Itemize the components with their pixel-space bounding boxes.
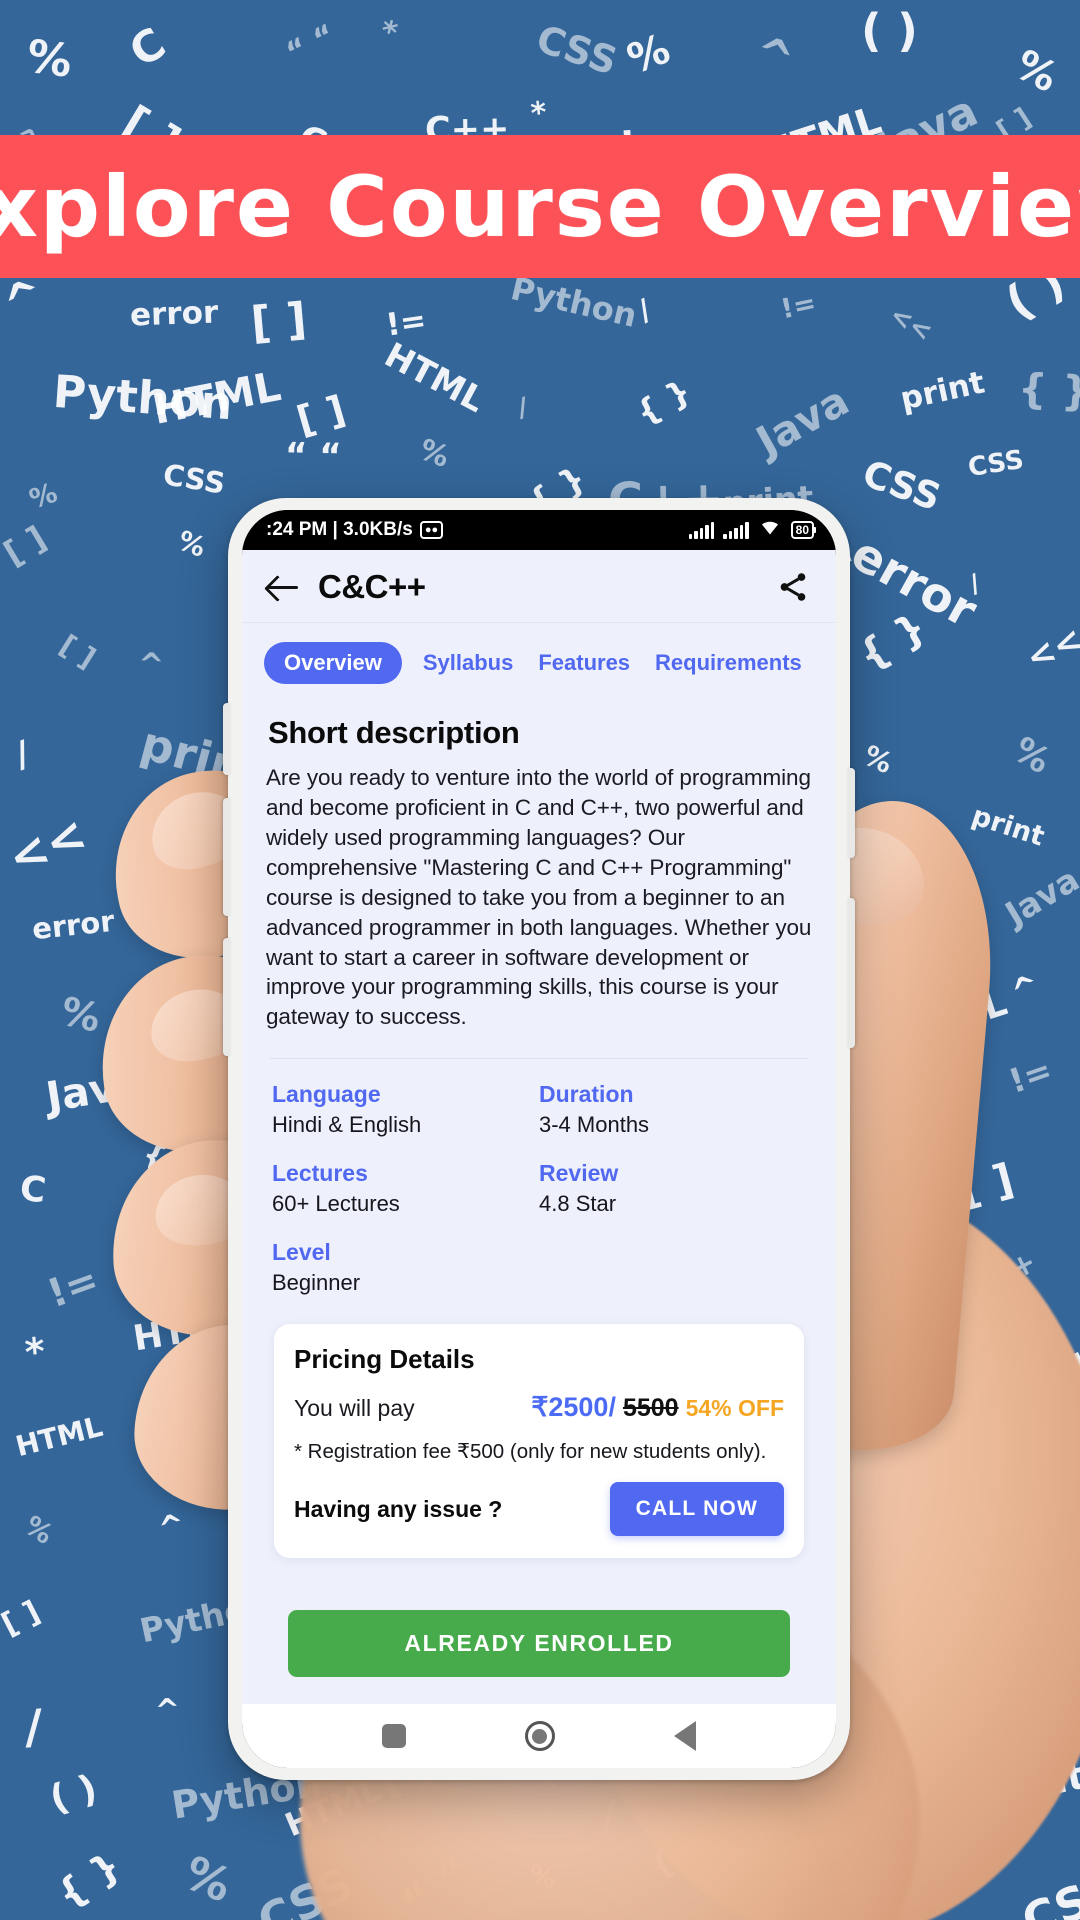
pricing-title: Pricing Details	[294, 1344, 475, 1375]
android-nav-bar	[242, 1704, 836, 1768]
meta-value: 4.8 Star	[539, 1191, 617, 1217]
price-values: ₹2500/ 5500 54% OFF	[531, 1392, 784, 1423]
meta-item-review: Review 4.8 Star	[539, 1160, 806, 1217]
signal-bars-icon-2	[723, 521, 749, 539]
section-title: Short description	[268, 715, 520, 750]
status-time-traffic: :24 PM | 3.0KB/s	[266, 519, 413, 540]
status-bar-left: :24 PM | 3.0KB/s ●●	[266, 519, 444, 541]
overview-content: Short description Are you ready to ventu…	[242, 715, 836, 1678]
left-side-button-2[interactable]	[223, 798, 230, 916]
registration-note: * Registration fee ₹500 (only for new st…	[294, 1440, 767, 1464]
price-original: 5500	[622, 1394, 679, 1423]
status-bar-right: 80	[688, 518, 817, 542]
enroll-button-wrap: ALREADY ENROLLED	[266, 1558, 812, 1678]
meta-label: Review	[539, 1160, 619, 1187]
circle-home-icon[interactable]	[524, 1721, 555, 1751]
already-enrolled-button[interactable]: ALREADY ENROLLED	[288, 1610, 790, 1678]
tab-requirements[interactable]: Requirements	[651, 642, 806, 684]
dnd-icon: ●●	[419, 521, 444, 539]
meta-label: Language	[272, 1081, 381, 1108]
app-header: C&C++	[242, 550, 836, 623]
course-description: Are you ready to venture into the world …	[266, 765, 812, 1030]
banner-title: Explore Course Overview	[0, 157, 1080, 256]
meta-value: 3-4 Months	[539, 1112, 650, 1138]
meta-item-level: Level Beginner	[272, 1239, 539, 1296]
phone-screen-area: :24 PM | 3.0KB/s ●● 80 C&C++ Overview Sy…	[242, 510, 836, 1768]
meta-label: Duration	[539, 1081, 634, 1108]
meta-item-language: Language Hindi & English	[272, 1081, 539, 1138]
meta-label: Level	[272, 1239, 331, 1266]
tab-features[interactable]: Features	[534, 642, 634, 684]
meta-label: Lectures	[272, 1160, 368, 1187]
battery-icon: 80	[790, 521, 817, 539]
price-row: You will pay ₹2500/ 5500 54% OFF	[294, 1392, 784, 1423]
left-side-button[interactable]	[223, 703, 230, 775]
left-side-button-3[interactable]	[223, 938, 230, 1056]
signal-bars-icon	[688, 521, 715, 539]
divider	[270, 1058, 808, 1060]
page-title: C&C++	[318, 568, 426, 605]
meta-item-lectures: Lectures 60+ Lectures	[272, 1160, 539, 1217]
tab-syllabus[interactable]: Syllabus	[419, 642, 517, 684]
discount-badge: 54% OFF	[685, 1395, 784, 1422]
issue-text: Having any issue ?	[294, 1495, 503, 1522]
meta-value: Hindi & English	[272, 1112, 422, 1138]
volume-up-button[interactable]	[848, 768, 855, 858]
power-button[interactable]	[848, 898, 855, 1048]
issue-row: Having any issue ? CALL NOW	[294, 1482, 784, 1537]
course-meta-grid: Language Hindi & English Duration 3-4 Mo…	[266, 1081, 812, 1296]
price-label: You will pay	[294, 1395, 415, 1422]
square-recents-icon[interactable]	[381, 1724, 406, 1748]
call-now-button[interactable]: CALL NOW	[609, 1482, 784, 1537]
header-left: C&C++	[268, 568, 426, 606]
phone-mockup: :24 PM | 3.0KB/s ●● 80 C&C++ Overview Sy…	[223, 498, 855, 1780]
share-icon[interactable]	[776, 570, 810, 604]
triangle-back-icon[interactable]	[674, 1721, 697, 1751]
status-bar: :24 PM | 3.0KB/s ●● 80	[242, 510, 836, 550]
tab-bar: Overview Syllabus Features Requirements	[242, 623, 836, 703]
meta-item-duration: Duration 3-4 Months	[539, 1081, 806, 1138]
app-screen: C&C++ Overview Syllabus Features Require…	[242, 550, 836, 1704]
price-current: ₹2500/	[531, 1392, 616, 1423]
wifi-icon	[758, 518, 782, 542]
meta-value: Beginner	[272, 1270, 361, 1296]
banner: Explore Course Overview	[0, 135, 1080, 278]
pricing-card: Pricing Details You will pay ₹2500/ 5500…	[274, 1324, 804, 1559]
meta-item-empty	[539, 1239, 806, 1296]
back-arrow-icon[interactable]	[268, 574, 300, 600]
meta-value: 60+ Lectures	[272, 1191, 400, 1217]
tab-overview[interactable]: Overview	[264, 642, 402, 684]
